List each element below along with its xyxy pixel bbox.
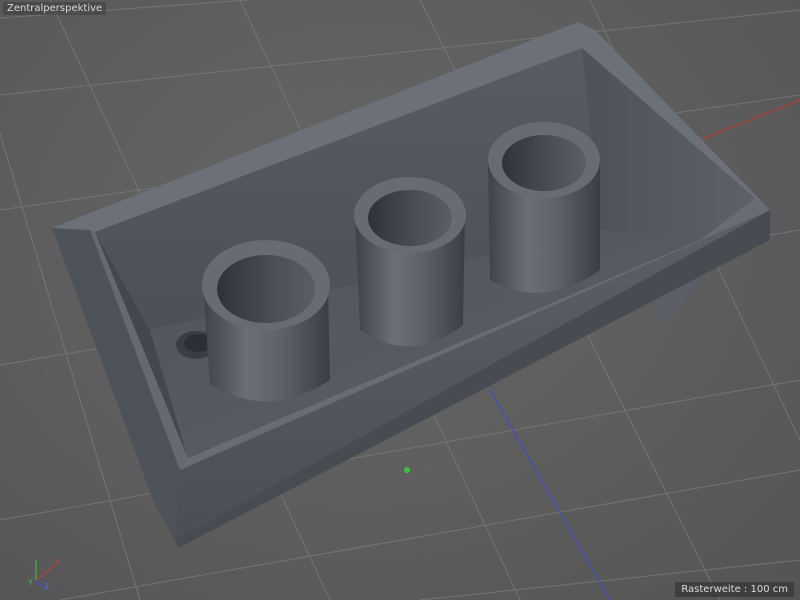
brick-model[interactable] [52, 20, 770, 548]
grid-spacing-label: Rasterweite [681, 584, 741, 595]
3d-viewport[interactable]: Zentralperspektive X Y Z Rasterweite : 1… [0, 0, 800, 600]
cylinder-1[interactable] [202, 240, 330, 402]
viewport-scene[interactable] [0, 0, 800, 600]
axis-gizmo: X Y Z [24, 552, 64, 592]
cylinder-2[interactable] [354, 177, 466, 347]
axis-y-label: Y [28, 578, 33, 587]
grid-spacing-value: 100 cm [750, 584, 788, 595]
view-projection-label[interactable]: Zentralperspektive [3, 2, 107, 15]
axis-x-label: X [55, 558, 61, 567]
grid-spacing-readout: Rasterweite : 100 cm [675, 582, 794, 597]
cylinder-3[interactable] [488, 122, 600, 293]
axis-z-label: Z [44, 582, 50, 591]
